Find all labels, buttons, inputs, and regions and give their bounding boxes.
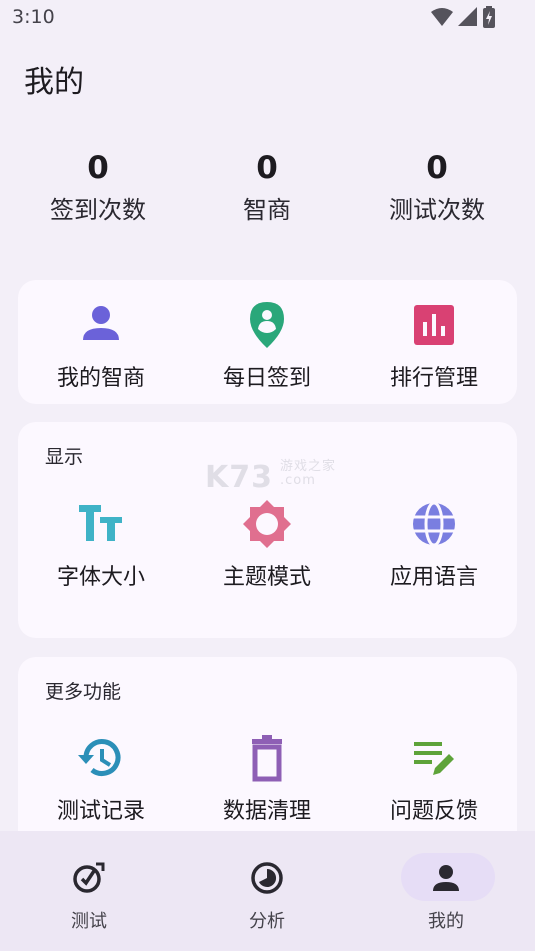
- nav-label: 分析: [249, 911, 285, 932]
- my-iq-label: 我的智商: [56, 366, 145, 391]
- theme-mode-button[interactable]: 主题模式: [184, 499, 350, 591]
- my-iq-button[interactable]: 我的智商: [18, 300, 184, 392]
- font-size-button[interactable]: 字体大小: [18, 499, 184, 591]
- stat-test-count: 0 测试次数: [347, 148, 527, 226]
- status-bar: 3:10: [0, 0, 535, 36]
- app-language-button[interactable]: 应用语言: [351, 499, 517, 591]
- nav-label: 测试: [71, 911, 107, 932]
- stat-checkin-count: 0 签到次数: [8, 148, 188, 226]
- globe-icon: [413, 501, 455, 547]
- watermark-sub: 游戏之家 .com: [280, 459, 337, 488]
- nav-label: 我的: [428, 911, 464, 932]
- display-card: 显示 字体大小 主题模式 应用语言: [18, 422, 517, 638]
- bar-chart-icon: [414, 305, 454, 345]
- daily-checkin-button[interactable]: 每日签到: [184, 300, 350, 392]
- stat-value: 0: [426, 150, 448, 186]
- bottom-nav: 测试 分析 我的: [0, 831, 535, 951]
- ranking-label: 排行管理: [389, 366, 478, 391]
- more-section-title: 更多功能: [45, 681, 122, 703]
- edit-list-icon: [414, 742, 454, 775]
- app-language-label: 应用语言: [389, 565, 478, 590]
- nav-tab-test[interactable]: 测试: [0, 831, 178, 951]
- status-icons: [431, 6, 495, 28]
- page-title: 我的: [24, 65, 84, 100]
- font-size-icon: [79, 505, 122, 541]
- theme-mode-label: 主题模式: [222, 565, 311, 590]
- ranking-button[interactable]: 排行管理: [351, 300, 517, 392]
- pie-clock-icon: [251, 862, 283, 894]
- feedback-button[interactable]: 问题反馈: [351, 733, 517, 825]
- brightness-icon: [243, 500, 291, 548]
- status-time: 3:10: [12, 6, 55, 28]
- font-size-label: 字体大小: [56, 565, 145, 590]
- daily-checkin-label: 每日签到: [222, 366, 311, 391]
- location-pin-icon: [250, 302, 284, 348]
- stats-row: 0 签到次数 0 智商 0 测试次数: [0, 148, 535, 238]
- wifi-icon: [431, 8, 453, 26]
- test-history-label: 测试记录: [56, 799, 145, 824]
- stat-iq: 0 智商: [177, 148, 357, 226]
- watermark: K73 游戏之家 .com: [205, 460, 335, 496]
- stat-value: 0: [87, 150, 109, 186]
- data-clear-button[interactable]: 数据清理: [184, 733, 350, 825]
- battery-icon: [483, 6, 495, 28]
- test-history-button[interactable]: 测试记录: [18, 733, 184, 825]
- person-icon: [433, 865, 459, 891]
- data-clear-label: 数据清理: [222, 799, 311, 824]
- check-compass-icon: [73, 862, 105, 893]
- stat-label: 签到次数: [50, 196, 146, 224]
- signal-icon: [458, 7, 477, 26]
- person-icon: [83, 306, 119, 340]
- nav-tab-mine[interactable]: 我的: [357, 831, 535, 951]
- feedback-label: 问题反馈: [389, 799, 478, 824]
- display-section-title: 显示: [45, 446, 84, 468]
- nav-tab-analysis[interactable]: 分析: [178, 831, 356, 951]
- stat-label: 智商: [243, 196, 291, 224]
- quick-actions-card: 我的智商 每日签到 排行管理: [18, 280, 517, 404]
- stat-label: 测试次数: [389, 196, 485, 224]
- history-icon: [78, 739, 121, 776]
- trash-icon: [252, 735, 282, 782]
- watermark-text: K73: [205, 460, 273, 495]
- stat-value: 0: [256, 150, 278, 186]
